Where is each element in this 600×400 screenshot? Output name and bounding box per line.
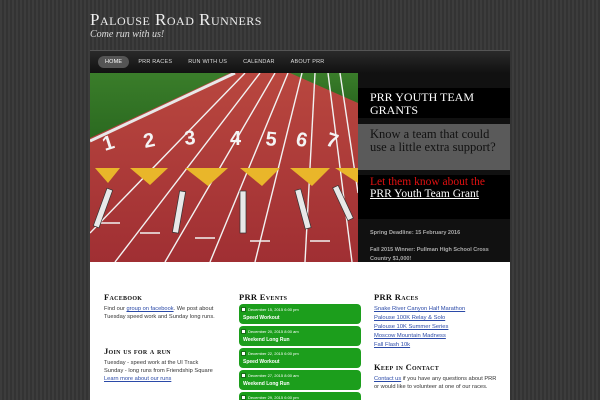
youth-grant-link[interactable]: PRR Youth Team Grant [370,188,479,200]
lane-number: 5 [264,128,277,151]
lane-number: 3 [183,127,196,150]
race-link[interactable]: Fall Flash 10k [374,342,410,348]
event-item[interactable]: December 20, 2015 8:00 am Weekend Long R… [239,326,361,346]
event-title: Weekend Long Run [243,381,290,387]
event-item[interactable]: December 27, 2015 8:00 am Weekend Long R… [239,370,361,390]
calendar-icon [241,329,246,334]
join-title: Join us for a run [104,346,171,356]
running-track-image: 1234567 [90,73,358,262]
join-line-sunday: Sunday - long runs from Friendship Squar… [104,368,213,374]
calendar-icon [241,351,246,356]
featured-slider[interactable]: 1234567 PRR YOUTH TEAM GRANTS Know a tea… [90,73,510,262]
nav-item-home[interactable]: Home [98,56,130,68]
site-tagline: Come run with us! [90,29,165,40]
nav-item-prr-races[interactable]: PRR Races [131,56,179,68]
slide-callout-text: Let them know about the [370,176,485,188]
race-link[interactable]: Snake River Canyon Half Marathon [374,306,465,312]
event-date: December 27, 2015 8:00 am [248,373,299,378]
events-title: PRR Events [239,292,288,302]
main-nav: Home PRR Races Run With Us Calendar Abou… [90,50,510,73]
contact-text: Contact us if you have any questions abo… [374,375,500,391]
event-title: Speed Workout [243,315,280,321]
join-text: Tuesday - speed work at the UI Track Sun… [104,359,234,383]
event-date: December 15, 2015 6:00 pm [248,307,299,312]
calendar-icon [241,395,246,400]
race-link[interactable]: Palouse 100K Relay & Solo [374,315,445,321]
site-title[interactable]: Palouse Road Runners [90,10,262,30]
slide-deadline: Spring Deadline: 15 February 2016 [370,230,461,236]
event-item[interactable]: December 15, 2015 6:00 pm Speed Workout [239,304,361,324]
event-title: Speed Workout [243,359,280,365]
nav-item-calendar[interactable]: Calendar [236,56,282,68]
calendar-icon [241,307,246,312]
facebook-title: Facebook [104,292,143,302]
event-date: December 29, 2015 6:00 pm [248,395,299,400]
contact-title: Keep in Contact [374,362,440,372]
event-title: Weekend Long Run [243,337,290,343]
races-title: PRR Races [374,292,419,302]
facebook-group-link[interactable]: group on facebook [126,306,173,312]
slide-callout: Let them know about the PRR Youth Team G… [358,175,510,219]
event-date: December 20, 2015 8:00 am [248,329,299,334]
join-line-tuesday: Tuesday - speed work at the UI Track [104,360,199,366]
lane-number: 4 [230,128,242,150]
nav-item-about-prr[interactable]: About PRR [284,56,332,68]
nav-item-run-with-us[interactable]: Run With Us [181,56,234,68]
slide-winner: Fall 2015 Winner: Pullman High School Cr… [370,247,489,262]
calendar-icon [241,373,246,378]
learn-more-runs-link[interactable]: Learn more about our runs [104,375,234,383]
race-link[interactable]: Moscow Mountain Madness [374,333,446,339]
facebook-text-prefix: Find our [104,306,127,312]
slide-heading: PRR YOUTH TEAM GRANTS [358,88,510,118]
widget-area: Facebook Find our group on facebook. We … [90,262,510,400]
slide-question: Know a team that could use a little extr… [358,124,510,170]
contact-us-link[interactable]: Contact us [374,376,401,382]
facebook-text: Find our group on facebook. We post abou… [104,305,229,321]
race-link[interactable]: Palouse 10K Summer Series [374,324,448,330]
event-date: December 22, 2015 6:00 pm [248,351,299,356]
event-item[interactable]: December 22, 2015 6:00 pm Speed Workout [239,348,361,368]
slide-caption-panel: PRR YOUTH TEAM GRANTS Know a team that c… [358,73,510,262]
event-item[interactable]: December 29, 2015 6:00 pm [239,392,361,400]
